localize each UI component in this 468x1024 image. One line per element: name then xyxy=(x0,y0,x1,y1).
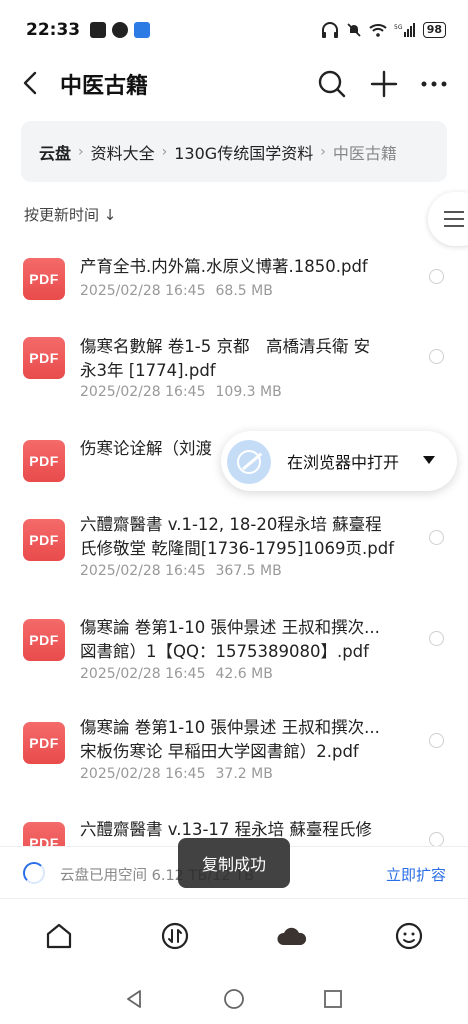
file-size: 68.5 MB xyxy=(215,283,273,299)
select-radio[interactable] xyxy=(429,530,444,545)
file-date: 2025/02/28 16:45 xyxy=(80,766,206,782)
chevron-right-icon: › xyxy=(78,143,84,160)
breadcrumb-item[interactable]: 资料大全 xyxy=(91,140,155,164)
status-right-icons: 5G 98 xyxy=(321,22,446,38)
system-back-icon[interactable] xyxy=(123,988,145,1010)
back-icon[interactable] xyxy=(16,68,46,98)
list-menu-button[interactable] xyxy=(428,192,468,246)
file-date: 2025/02/28 16:45 xyxy=(80,666,206,682)
file-meta: 2025/02/28 16:45 42.6 MB xyxy=(80,666,273,682)
pdf-file-icon: PDF xyxy=(23,619,65,661)
bottom-nav xyxy=(0,898,468,976)
menu-icon xyxy=(444,211,464,227)
file-size: 42.6 MB xyxy=(215,666,273,682)
signal-icon: 5G xyxy=(394,23,415,37)
pdf-file-icon: PDF xyxy=(23,822,65,846)
file-date: 2025/02/28 16:45 xyxy=(80,384,206,400)
file-name: 傷寒論 巻第1-10 張仲景述 王叔和撰次... xyxy=(80,618,380,637)
app-badge-icon xyxy=(134,22,151,38)
profile-icon[interactable] xyxy=(394,921,424,951)
expand-storage-link[interactable]: 立即扩容 xyxy=(386,864,446,885)
breadcrumb-item[interactable]: 130G传统国学资料 xyxy=(174,140,313,164)
headphones-icon xyxy=(321,22,338,38)
file-name: 傷寒名數解 卷1-5 京都 高橋清兵衛 安 xyxy=(80,337,371,356)
more-icon[interactable] xyxy=(418,68,450,100)
file-meta: 2025/02/28 16:45 109.3 MB xyxy=(80,384,282,400)
system-home-icon[interactable] xyxy=(223,988,245,1010)
cloud-icon[interactable] xyxy=(277,921,307,951)
file-name: 伤寒论诠解（刘渡 xyxy=(80,439,212,458)
file-name-line2: 永3年 [1774].pdf xyxy=(80,361,216,380)
pdf-file-icon: PDF xyxy=(23,519,65,561)
status-left-icons xyxy=(90,22,151,38)
open-in-browser-popup[interactable]: 在浏览器中打开 xyxy=(221,431,457,491)
file-size: 367.5 MB xyxy=(215,563,282,579)
open-in-browser-label: 在浏览器中打开 xyxy=(287,453,400,472)
browser-icon xyxy=(227,440,271,484)
app-notification-icon xyxy=(112,22,129,38)
nfc-icon xyxy=(90,22,107,38)
system-recents-icon[interactable] xyxy=(322,988,344,1010)
system-nav-bar xyxy=(0,976,468,1024)
sort-button[interactable]: 按更新时间 ↓ xyxy=(24,204,116,225)
pdf-file-icon: PDF xyxy=(23,440,65,482)
mute-icon xyxy=(347,23,361,37)
select-radio[interactable] xyxy=(429,269,444,284)
caret-down-icon[interactable] xyxy=(423,456,435,464)
file-name: 傷寒論 巻第1-10 張仲景述 王叔和撰次... xyxy=(80,718,380,737)
select-radio[interactable] xyxy=(429,349,444,364)
battery-indicator: 98 xyxy=(422,22,446,38)
file-name-line2: 宋板伤寒论 早稲田大学図書館）2.pdf xyxy=(80,742,359,761)
file-meta: 2025/02/28 16:45 367.5 MB xyxy=(80,563,282,579)
breadcrumb: 云盘 › 资料大全 › 130G传统国学资料 › 中医古籍 xyxy=(21,121,447,182)
pdf-file-icon: PDF xyxy=(23,337,65,379)
file-size: 37.2 MB xyxy=(215,766,273,782)
file-name-line2: 氏修敬堂 乾隆間[1736-1795]1069页.pdf xyxy=(80,539,395,558)
pdf-file-icon: PDF xyxy=(23,722,65,764)
file-date: 2025/02/28 16:45 xyxy=(80,563,206,579)
chevron-right-icon: › xyxy=(320,143,326,160)
page-title: 中医古籍 xyxy=(60,74,149,99)
file-meta: 2025/02/28 16:45 68.5 MB xyxy=(80,283,273,299)
file-name: 产育全书.内外篇.水原义博著.1850.pdf xyxy=(80,257,368,276)
header: 中医古籍 xyxy=(0,60,468,106)
file-name-line2: 図書館）1【QQ：1575389080】.pdf xyxy=(80,642,369,661)
status-bar: 22:33 5G 98 xyxy=(0,0,468,60)
select-radio[interactable] xyxy=(429,832,444,846)
file-meta: 2025/02/28 16:45 37.2 MB xyxy=(80,766,273,782)
file-date: 2025/02/28 16:45 xyxy=(80,283,206,299)
select-radio[interactable] xyxy=(429,733,444,748)
breadcrumb-root[interactable]: 云盘 xyxy=(39,140,71,164)
status-time: 22:33 xyxy=(26,20,81,40)
search-icon[interactable] xyxy=(316,68,348,100)
transfer-icon[interactable] xyxy=(160,921,190,951)
breadcrumb-current: 中医古籍 xyxy=(332,143,397,163)
file-name: 六醴齋醫書 v.1-12, 18-20程永培 蘇臺程 xyxy=(80,515,382,534)
add-icon[interactable] xyxy=(368,68,400,100)
select-radio[interactable] xyxy=(429,631,444,646)
wifi-icon xyxy=(369,24,387,37)
toast: 复制成功 xyxy=(178,838,290,888)
file-size: 109.3 MB xyxy=(215,384,282,400)
home-icon[interactable] xyxy=(44,921,74,951)
pdf-file-icon: PDF xyxy=(23,258,65,300)
storage-usage-icon xyxy=(23,862,45,884)
svg-text:5G: 5G xyxy=(394,24,403,31)
chevron-right-icon: › xyxy=(161,143,168,160)
